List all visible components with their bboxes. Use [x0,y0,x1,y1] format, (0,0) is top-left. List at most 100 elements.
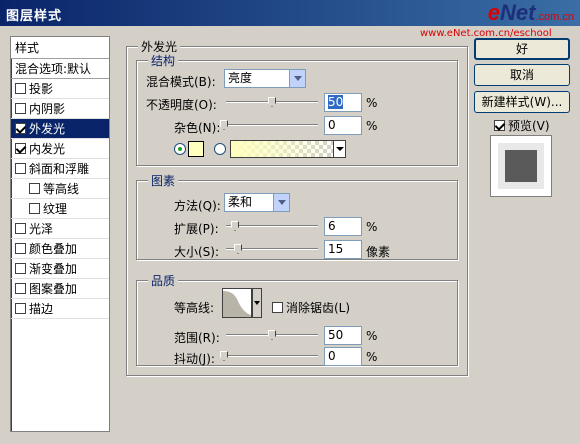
jitter-unit: % [366,350,378,364]
style-list-item[interactable]: 渐变叠加 [11,259,109,279]
opacity-label: 不透明度(O): [146,98,217,112]
jitter-input[interactable]: 0 [324,347,362,366]
noise-value: 0 [328,118,336,132]
noise-slider-thumb[interactable] [220,120,228,130]
range-label: 范围(R): [174,331,220,345]
style-list-item-label: 等高线 [43,182,80,196]
style-list-item[interactable]: 纹理 [11,199,109,219]
style-checkbox[interactable] [15,243,26,254]
style-list-item[interactable]: 等高线 [11,179,109,199]
blend-mode-value: 亮度 [228,71,253,85]
style-checkbox[interactable] [29,203,40,214]
range-input[interactable]: 50 [324,326,362,345]
opacity-unit: % [366,96,378,110]
noise-input[interactable]: 0 [324,116,362,135]
range-value: 50 [328,328,344,342]
style-list-item-label: 内发光 [29,142,66,156]
blend-mode-select[interactable]: 亮度 [224,69,306,88]
structure-title: 结构 [148,52,179,69]
opacity-slider[interactable] [226,97,318,107]
style-list-item-label: 纹理 [43,202,68,216]
noise-slider[interactable] [220,120,318,130]
style-list-item[interactable]: 颜色叠加 [11,239,109,259]
style-list-item-label: 光泽 [29,222,54,236]
technique-label: 方法(Q): [174,199,221,213]
style-list-item[interactable]: 外发光 [11,119,109,139]
preview-label: 预览(V) [508,119,550,133]
style-checkbox[interactable] [15,303,26,314]
chevron-down-icon[interactable] [289,70,305,87]
style-list-item-label: 描边 [29,302,54,316]
style-list-item[interactable]: 内阴影 [11,99,109,119]
style-checkbox[interactable] [15,123,26,134]
chevron-down-icon[interactable] [333,141,345,157]
style-list-item-label: 颜色叠加 [29,242,78,256]
jitter-slider[interactable] [220,351,318,361]
style-list-item[interactable]: 图案叠加 [11,279,109,299]
style-list-item[interactable]: 内发光 [11,139,109,159]
style-list-item[interactable]: 斜面和浮雕 [11,159,109,179]
jitter-label: 抖动(J): [174,352,215,366]
opacity-input[interactable]: 50 [324,93,362,112]
range-slider-thumb[interactable] [268,330,276,340]
watermark-logo-prefix: e [487,0,501,25]
contour-curve-icon [223,291,251,317]
glow-gradient-picker[interactable] [230,140,346,158]
preview-checkbox[interactable]: 预览(V) [494,117,550,134]
spread-slider[interactable] [226,221,318,231]
blend-options-item[interactable]: 混合选项:默认 [11,59,109,79]
style-checkbox[interactable] [29,183,40,194]
style-checkbox[interactable] [15,283,26,294]
antialias-checkbox[interactable]: 消除锯齿(L) [272,299,350,316]
cancel-button[interactable]: 取消 [474,64,570,86]
contour-dropdown-arrow[interactable] [252,288,262,318]
jitter-slider-thumb[interactable] [220,351,228,361]
style-checkbox[interactable] [15,263,26,274]
spread-input[interactable]: 6 [324,217,362,236]
glow-color-swatch[interactable] [188,141,204,157]
antialias-checkbox-box[interactable] [272,302,283,313]
spread-slider-thumb[interactable] [231,221,239,231]
style-preview [490,135,552,197]
style-checkbox[interactable] [15,83,26,94]
style-checkbox[interactable] [15,163,26,174]
elements-title: 图素 [148,172,179,189]
solid-color-radio[interactable] [174,143,186,155]
technique-select[interactable]: 柔和 [224,193,290,212]
size-slider[interactable] [226,244,318,254]
opacity-value: 50 [328,95,344,109]
contour-picker[interactable] [222,288,252,318]
size-input[interactable]: 15 [324,240,362,259]
size-slider-thumb[interactable] [234,244,242,254]
style-list-item-label: 投影 [29,82,54,96]
preview-checkbox-box[interactable] [494,120,505,131]
style-list-item[interactable]: 投影 [11,79,109,99]
technique-value: 柔和 [228,195,253,209]
antialias-label: 消除锯齿(L) [286,301,351,315]
opacity-slider-thumb[interactable] [268,97,276,107]
size-unit: 像素 [366,245,391,259]
chevron-down-icon[interactable] [273,194,289,211]
style-list-item-label: 内阴影 [29,102,66,116]
enet-watermark: eNet.com.cn [488,2,574,24]
gradient-radio[interactable] [214,143,226,155]
blend-mode-label: 混合模式(B): [146,75,216,89]
size-value: 15 [328,242,344,256]
style-checkbox[interactable] [15,223,26,234]
style-list-item-label: 图案叠加 [29,282,78,296]
style-checkbox[interactable] [15,103,26,114]
style-checkbox[interactable] [15,143,26,154]
new-style-button[interactable]: 新建样式(W)... [474,91,570,113]
style-list-item[interactable]: 光泽 [11,219,109,239]
spread-slider-track [226,225,318,227]
ok-button[interactable]: 好 [474,38,570,60]
jitter-slider-track [220,355,318,357]
spread-value: 6 [328,219,336,233]
spread-unit: % [366,220,378,234]
range-unit: % [366,329,378,343]
style-list-header[interactable]: 样式 [11,37,109,59]
range-slider[interactable] [226,330,318,340]
style-list-item-label: 外发光 [29,122,66,136]
style-list: 样式 混合选项:默认 投影内阴影外发光内发光斜面和浮雕等高线纹理光泽颜色叠加渐变… [10,36,110,432]
style-list-item[interactable]: 描边 [11,299,109,319]
